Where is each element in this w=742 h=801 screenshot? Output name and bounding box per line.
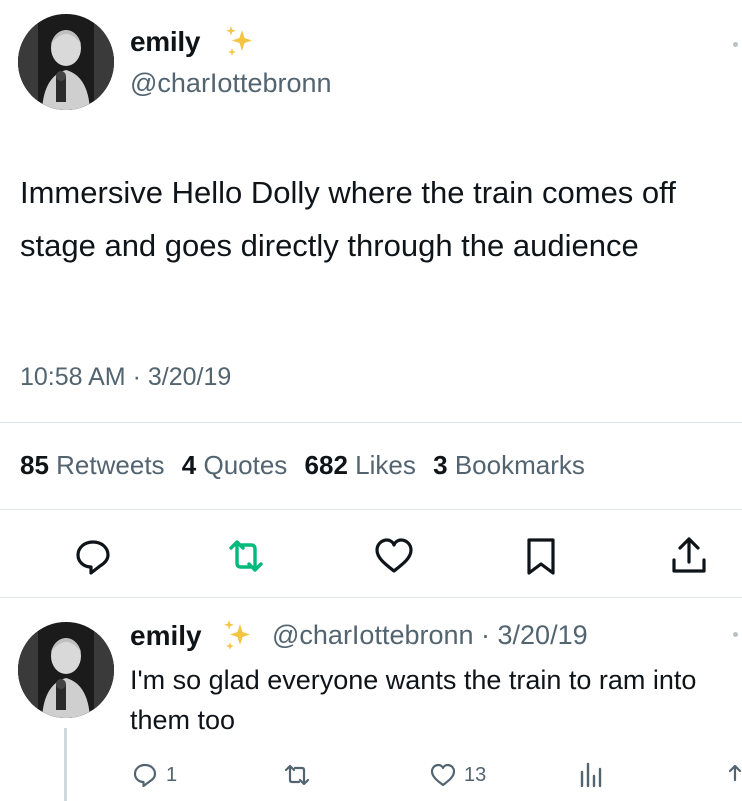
share-icon	[672, 537, 706, 573]
more-options-icon[interactable]	[733, 42, 738, 47]
reply-button[interactable]	[70, 533, 116, 579]
reply-author-name[interactable]: emily	[130, 620, 202, 652]
reply-text: I'm so glad everyone wants the train to …	[130, 665, 697, 735]
divider	[0, 509, 742, 510]
reply-count: 1	[166, 763, 178, 786]
like-icon	[375, 538, 413, 573]
views-icon	[580, 762, 602, 788]
engagement-stats: 85 Retweets 4 Quotes 682 Likes 3 Bookmar…	[20, 450, 595, 481]
divider	[0, 422, 742, 423]
retweet-button[interactable]	[223, 533, 269, 579]
thread-line	[64, 728, 67, 801]
reply-icon	[76, 540, 110, 575]
share-button[interactable]	[666, 533, 712, 579]
retweet-icon	[229, 540, 263, 572]
tweet-text: Immersive Hello Dolly where the train co…	[20, 175, 676, 263]
reply-icon	[133, 763, 157, 788]
reply-like-count: 13	[464, 763, 487, 786]
like-icon	[430, 763, 456, 787]
reply-retweet-button[interactable]	[282, 760, 312, 790]
bookmark-button[interactable]	[518, 533, 564, 579]
reply-author-avatar[interactable]	[18, 622, 114, 718]
sparkles-icon	[224, 620, 250, 650]
reply-views-button[interactable]	[576, 760, 606, 790]
author-handle[interactable]: @charIottebronn	[130, 68, 332, 99]
quote-count[interactable]: 4 Quotes	[182, 450, 298, 480]
author-name[interactable]: emily	[130, 26, 200, 58]
divider	[0, 597, 742, 598]
share-icon	[728, 764, 742, 782]
portrait-image	[18, 622, 114, 718]
like-count[interactable]: 682 Likes	[305, 450, 426, 480]
sparkles-icon	[226, 26, 252, 56]
like-button[interactable]	[371, 533, 417, 579]
reply-share-button[interactable]	[728, 760, 742, 790]
author-avatar[interactable]	[18, 14, 114, 110]
portrait-image	[18, 14, 114, 110]
reply-meta[interactable]: @charIottebronn · 3/20/19	[272, 620, 588, 651]
tweet-timestamp[interactable]: 10:58 AM · 3/20/19	[20, 363, 231, 392]
reply-like-button[interactable]: 13	[428, 760, 486, 790]
retweet-icon	[284, 764, 310, 786]
reply-reply-button[interactable]: 1	[130, 760, 177, 790]
bookmark-icon	[527, 538, 555, 575]
reply-more-options-icon[interactable]	[733, 632, 738, 637]
retweet-count[interactable]: 85 Retweets	[20, 450, 175, 480]
bookmark-count[interactable]: 3 Bookmarks	[433, 450, 595, 480]
